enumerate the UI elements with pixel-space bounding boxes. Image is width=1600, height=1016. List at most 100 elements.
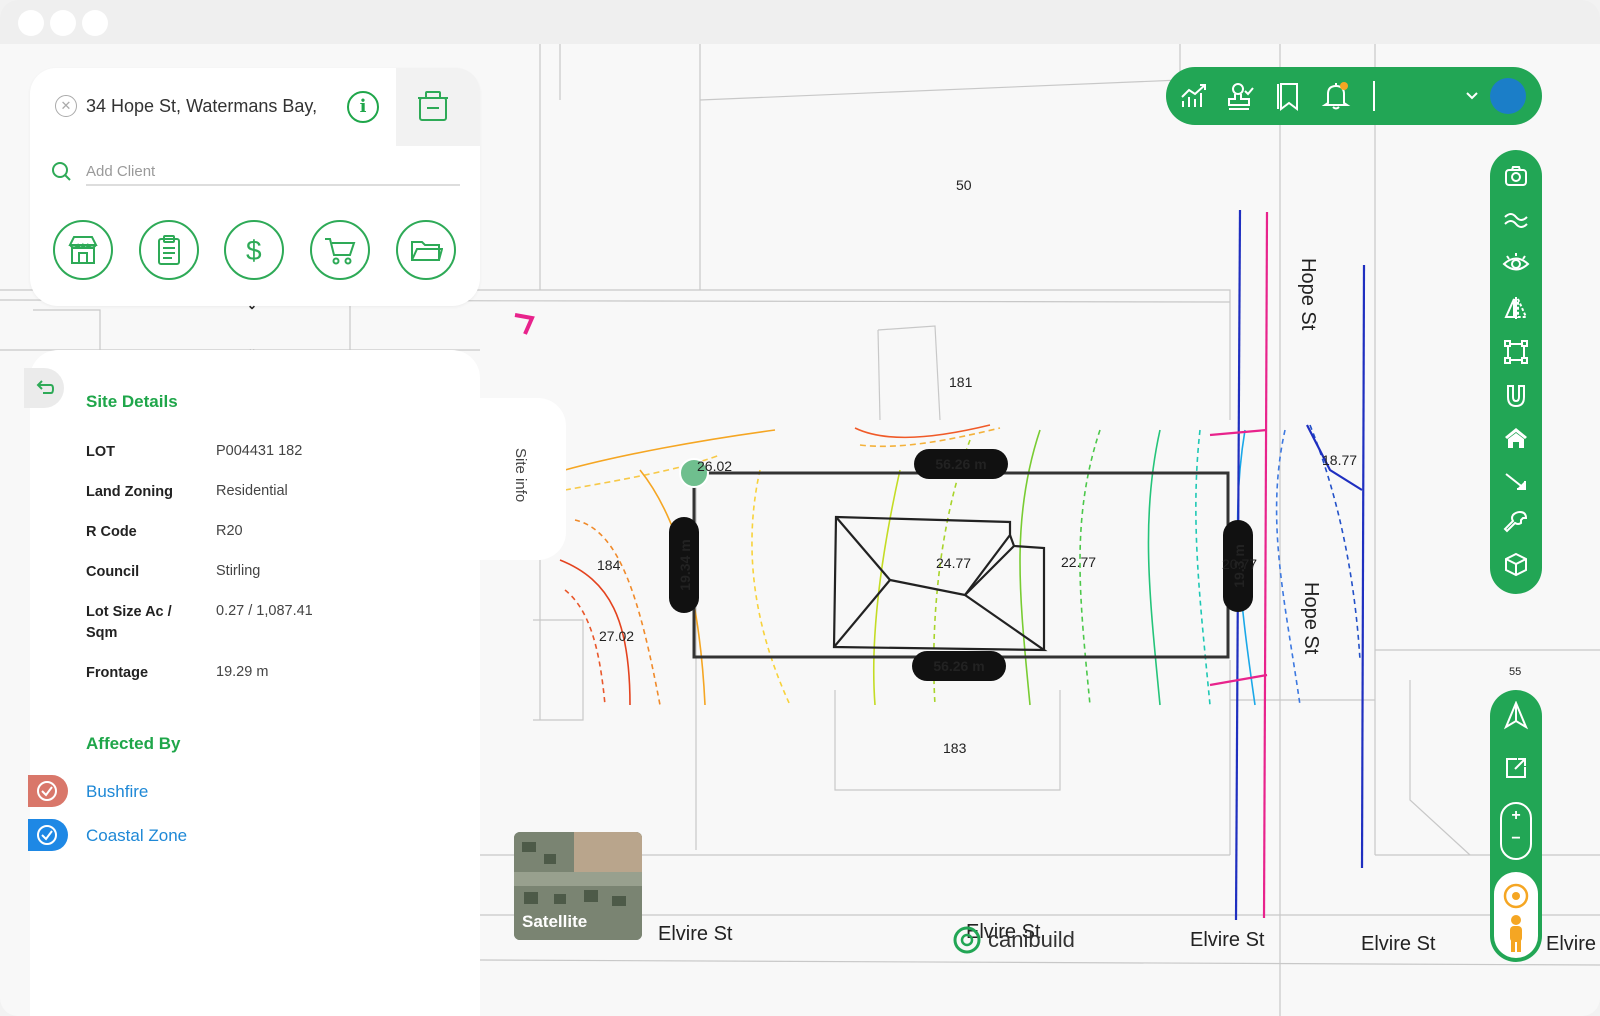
eye-view-icon[interactable] (1500, 248, 1532, 280)
site-details-title: Site Details (86, 392, 178, 411)
level-label-3: 24.77 (936, 555, 971, 571)
archive-icon[interactable] (396, 68, 480, 146)
detail-label-council: Council (86, 564, 140, 580)
detail-value-lot-size: 0.27 / 1,087.41 (216, 603, 313, 619)
zoom-in-icon[interactable]: + (1502, 804, 1530, 827)
dollar-icon: $ (246, 235, 262, 266)
window-dot-maximize[interactable] (82, 10, 108, 36)
canibuild-logo-icon (953, 926, 981, 954)
street-labels: Elvire St Elvire St Elvire St Elvire St … (658, 258, 1600, 955)
coastal-zone-check[interactable] (28, 819, 68, 851)
site-info-tab-label[interactable]: Site info (512, 448, 529, 502)
street-view-box[interactable] (1494, 872, 1538, 958)
toolbar-divider (1373, 81, 1375, 111)
top-toolbar (1166, 67, 1542, 125)
external-link-icon[interactable] (1500, 752, 1532, 784)
cart-icon (325, 238, 356, 265)
street-elvire-4: Elvire St (1361, 933, 1436, 955)
wrench-icon[interactable] (1500, 506, 1532, 538)
zoom-out-icon[interactable]: − (1502, 827, 1530, 850)
magnet-icon[interactable] (1500, 380, 1532, 412)
detail-label-lot: LOT (86, 444, 115, 460)
north-arrow-icon[interactable] (1500, 700, 1532, 732)
detail-value-rcode: R20 (216, 523, 243, 539)
detail-label-rcode: R Code (86, 524, 137, 540)
detail-label-zoning: Land Zoning (86, 484, 173, 500)
street-hope-1: Hope St (1297, 258, 1319, 331)
clipboard-icon (158, 235, 180, 265)
level-label-2: 27.02 (599, 628, 634, 644)
title-bar (0, 0, 1600, 44)
detail-label-frontage: Frontage (86, 665, 149, 681)
clear-address-icon[interactable]: ✕ (55, 95, 77, 117)
lot-label-183: 183 (943, 740, 967, 756)
camera-icon[interactable] (1500, 160, 1532, 192)
contours-icon[interactable] (1500, 204, 1532, 236)
back-button[interactable] (24, 368, 64, 408)
affected-by-title: Affected By (86, 734, 181, 753)
folder-button[interactable] (396, 220, 456, 280)
street-elvire-5: Elvire St (1546, 933, 1600, 955)
detail-value-council: Stirling (216, 563, 261, 579)
store-icon (68, 236, 98, 264)
info-icon[interactable]: i (347, 91, 379, 123)
clipboard-button[interactable] (139, 220, 199, 280)
house-icon[interactable] (1500, 422, 1532, 454)
level-label-4: 22.77 (1061, 554, 1096, 570)
detail-value-zoning: Residential (216, 483, 288, 499)
affected-coastal-zone[interactable]: Coastal Zone (86, 826, 187, 846)
3d-cube-icon[interactable] (1500, 548, 1532, 580)
map-labels: 50 181 184 183 55 26.02 27.02 24.77 22.7… (597, 177, 1521, 756)
level-label-6: 18.77 (1322, 452, 1357, 468)
street-elvire-3: Elvire St (1190, 929, 1265, 951)
folder-icon (411, 241, 443, 261)
pegman-icon (1510, 915, 1522, 952)
address-text[interactable]: 34 Hope St, Watermans Bay, (86, 96, 317, 117)
window-dot-minimize[interactable] (50, 10, 76, 36)
right-tool-bar (1490, 150, 1542, 594)
add-client-input[interactable] (86, 158, 460, 186)
detail-label-lot-size: Lot Size Ac / Sqm (86, 604, 172, 641)
right-nav-bar: + − (1490, 690, 1542, 962)
bounding-box-icon[interactable] (1500, 336, 1532, 368)
street-elvire-1: Elvire St (658, 923, 733, 945)
check-circle-icon (37, 781, 57, 801)
window-dot-close[interactable] (18, 10, 44, 36)
satellite-toggle[interactable]: Satellite (514, 832, 642, 940)
lot-label-50: 50 (956, 177, 972, 193)
search-icon (52, 162, 71, 181)
app-window: 56.26 m 56.26 m 19.34 m 19.3 m 50 181 18… (0, 0, 1600, 1016)
cart-button[interactable] (310, 220, 370, 280)
zoom-control[interactable]: + − (1500, 802, 1532, 860)
detail-value-frontage: 19.29 m (216, 664, 269, 680)
store-button[interactable] (53, 220, 113, 280)
street-hope-2: Hope St (1300, 582, 1322, 655)
logo-text: canibuild (988, 927, 1075, 952)
approval-stamp-icon[interactable] (1224, 80, 1256, 112)
pricing-button[interactable]: $ (224, 220, 284, 280)
bookmark-icon[interactable] (1272, 80, 1304, 112)
lot-label-181: 181 (949, 374, 973, 390)
affected-bushfire[interactable]: Bushfire (86, 782, 148, 802)
archive-tab[interactable] (396, 68, 480, 146)
lot-label-184: 184 (597, 557, 621, 573)
svg-text:$: $ (246, 235, 262, 266)
chevron-down-icon[interactable] (1456, 80, 1488, 112)
collapse-chevron-icon[interactable]: ⌄ (247, 298, 257, 312)
user-avatar[interactable] (1490, 78, 1526, 114)
dim-top: 56.26 m (935, 456, 986, 472)
notifications-bell-icon[interactable] (1320, 80, 1352, 112)
level-label-5: 20.77 (1222, 556, 1257, 572)
back-arrow-icon (36, 380, 55, 394)
lot-label-55: 55 (1509, 666, 1521, 678)
brand-logo: canibuild (952, 925, 1075, 955)
dim-left: 19.34 m (677, 539, 693, 590)
analytics-icon[interactable] (1178, 80, 1210, 112)
house-footprint[interactable] (832, 515, 1048, 652)
dim-bottom: 56.26 m (933, 658, 984, 674)
slope-tool-icon[interactable] (1500, 464, 1532, 496)
mirror-icon[interactable] (1500, 292, 1532, 324)
bushfire-check[interactable] (28, 775, 68, 807)
satellite-label: Satellite (522, 912, 588, 931)
check-circle-icon (37, 825, 57, 845)
